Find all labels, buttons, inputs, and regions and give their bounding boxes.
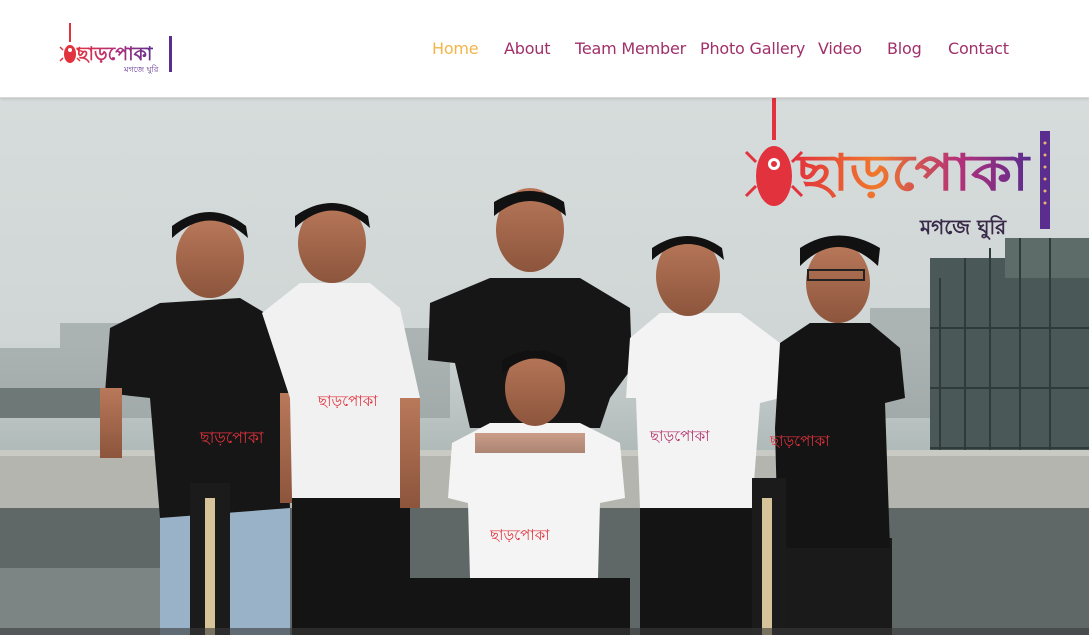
nav-team-member[interactable]: Team Member [575, 38, 686, 60]
nav-blog[interactable]: Blog [887, 38, 922, 60]
svg-text:ছাড়পোকা: ছাড়পোকা [769, 432, 830, 450]
svg-text:ছাড়পোকা: ছাড়পোকা [317, 392, 378, 410]
svg-text:ছাড়পোকা: ছাড়পোকা [489, 526, 550, 544]
nav-home[interactable]: Home [432, 38, 479, 60]
banner-logo: ছাড়পোকা মগজে ঘুরি [744, 98, 1050, 240]
nav-video[interactable]: Video [818, 38, 862, 60]
main-nav: Home About Team Member Photo Gallery Vid… [0, 38, 1089, 60]
nav-contact[interactable]: Contact [948, 38, 1009, 60]
svg-text:ছাড়পোকা: ছাড়পোকা [649, 427, 710, 445]
nav-photo-gallery[interactable]: Photo Gallery [700, 38, 805, 60]
svg-text:মগজে ঘুরি: মগজে ঘুরি [123, 65, 159, 74]
site-header: ছাড়পোকা মগজে ঘুরি Home About Team Membe… [0, 0, 1089, 98]
svg-text:ছাড়পোকা: ছাড়পোকা [199, 428, 264, 447]
svg-text:মগজে ঘুরি: মগজে ঘুরি [919, 215, 1007, 240]
svg-text:ছাড়পোকা: ছাড়পোকা [795, 144, 1031, 202]
guitar-bug-icon [744, 98, 804, 206]
nav-about[interactable]: About [504, 38, 551, 60]
hero-banner: ছাড়পোকা ছাড়পোকা ছাড়পোকা ছাড়পোকা ছাড়… [0, 98, 1089, 635]
